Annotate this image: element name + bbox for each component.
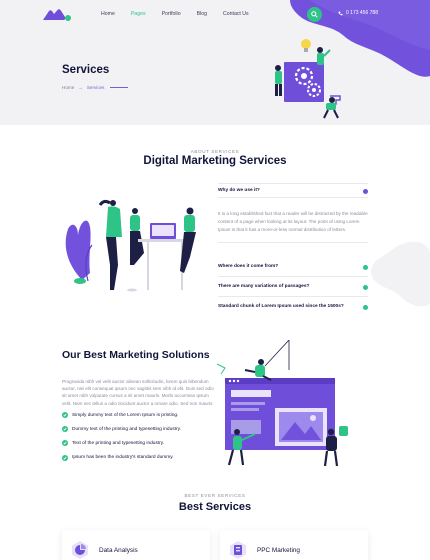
phone-number: 0 173 456 788 [346, 10, 378, 16]
faq-question-3[interactable]: There are many variations of passages? [218, 280, 368, 293]
check-icon [62, 454, 68, 461]
faq-question-text: Why do we use it? [218, 188, 260, 193]
faq-question-2[interactable]: Where does it come from? [218, 260, 368, 273]
solutions-list: Simply dummy text of the Lorem Ipsum is … [62, 408, 181, 465]
check-icon [62, 440, 68, 447]
faq-question-1[interactable]: Why do we use it? [218, 184, 368, 197]
breadcrumb-current: Services [86, 85, 105, 90]
breadcrumb-separator: → [78, 85, 83, 90]
brand-logo[interactable] [42, 8, 72, 22]
faq-answer-1: It is a long established fact that a rea… [218, 198, 368, 243]
list-item-text: Text of the printing and typesetting ind… [72, 440, 165, 446]
nav-item-pages[interactable]: Pages [131, 10, 146, 18]
faq-item-3: There are many variations of passages? [218, 277, 368, 297]
nav-item-contact[interactable]: Contact Us [223, 10, 249, 18]
faq-question-text: There are many variations of passages? [218, 284, 310, 289]
collapse-icon [363, 189, 368, 194]
nav-item-portfolio[interactable]: Portfolio [162, 10, 181, 18]
search-button[interactable] [307, 7, 322, 22]
phone-contact[interactable]: 0 173 456 788 [338, 10, 378, 16]
list-item: Ipsum has been the industry's standard d… [62, 451, 181, 465]
web-design-team-illustration [216, 340, 348, 467]
faq-item-2: Where does it come from? [218, 257, 368, 277]
main-nav: Home Pages Portfolio Blog Contact Us [101, 10, 265, 18]
data-analysis-icon [70, 540, 90, 560]
about-title: Digital Marketing Services [143, 155, 287, 167]
solutions-title: Our Best Marketing Solutions [62, 349, 210, 361]
list-item-text: Simply dummy text of the Lorem Ipsum is … [72, 412, 179, 418]
best-services-eyebrow: BEST EVER SERVICES [184, 493, 246, 498]
expand-icon [363, 265, 368, 270]
check-icon [62, 412, 68, 419]
service-card-label: Data Analysis [99, 547, 138, 554]
ppc-icon [228, 540, 248, 560]
list-item: Simply dummy text of the Lorem Ipsum is … [62, 408, 181, 422]
page-title: Services [62, 64, 110, 76]
faq-question-text: Where does it come from? [218, 264, 279, 269]
faq-item-4: Standard chunk of Lorem Ipsum used since… [218, 297, 368, 316]
decorative-blob [371, 241, 430, 307]
breadcrumb-underline [110, 87, 129, 88]
expand-icon [363, 285, 368, 290]
nav-item-blog[interactable]: Blog [197, 10, 207, 18]
best-services-title: Best Services [178, 501, 252, 513]
breadcrumb: Home → Services [62, 85, 129, 90]
check-icon [62, 426, 68, 433]
search-icon [311, 11, 318, 18]
breadcrumb-home[interactable]: Home [62, 85, 74, 90]
gears-team-illustration [275, 39, 341, 119]
team-meeting-illustration [65, 199, 196, 292]
list-item: Text of the printing and typesetting ind… [62, 436, 181, 450]
service-card-data-analysis[interactable]: Data Analysis [62, 530, 210, 560]
expand-icon [363, 305, 368, 310]
service-card-label: PPC Marketing [257, 547, 300, 554]
page-header: Home Pages Portfolio Blog Contact Us 0 1… [0, 0, 430, 125]
faq-question-text: Standard chunk of Lorem Ipsum used since… [218, 304, 344, 309]
faq-question-4[interactable]: Standard chunk of Lorem Ipsum used since… [218, 300, 368, 313]
phone-icon [338, 11, 343, 15]
nav-item-home[interactable]: Home [101, 10, 115, 18]
faq-item-1: Why do we use it? [218, 183, 368, 198]
list-item-text: Ipsum has been the industry's standard d… [72, 455, 174, 461]
faq-accordion: Why do we use it? It is a long establish… [218, 183, 368, 316]
about-eyebrow: ABOUT SERVICES [190, 149, 240, 154]
service-card-ppc-marketing[interactable]: PPC Marketing [220, 530, 368, 560]
list-item: Dummy text of the printing and typesetti… [62, 422, 181, 436]
list-item-text: Dummy text of the printing and typesetti… [72, 426, 181, 432]
solutions-description: Progravida nibh vel velit auctor alinean… [62, 379, 214, 406]
